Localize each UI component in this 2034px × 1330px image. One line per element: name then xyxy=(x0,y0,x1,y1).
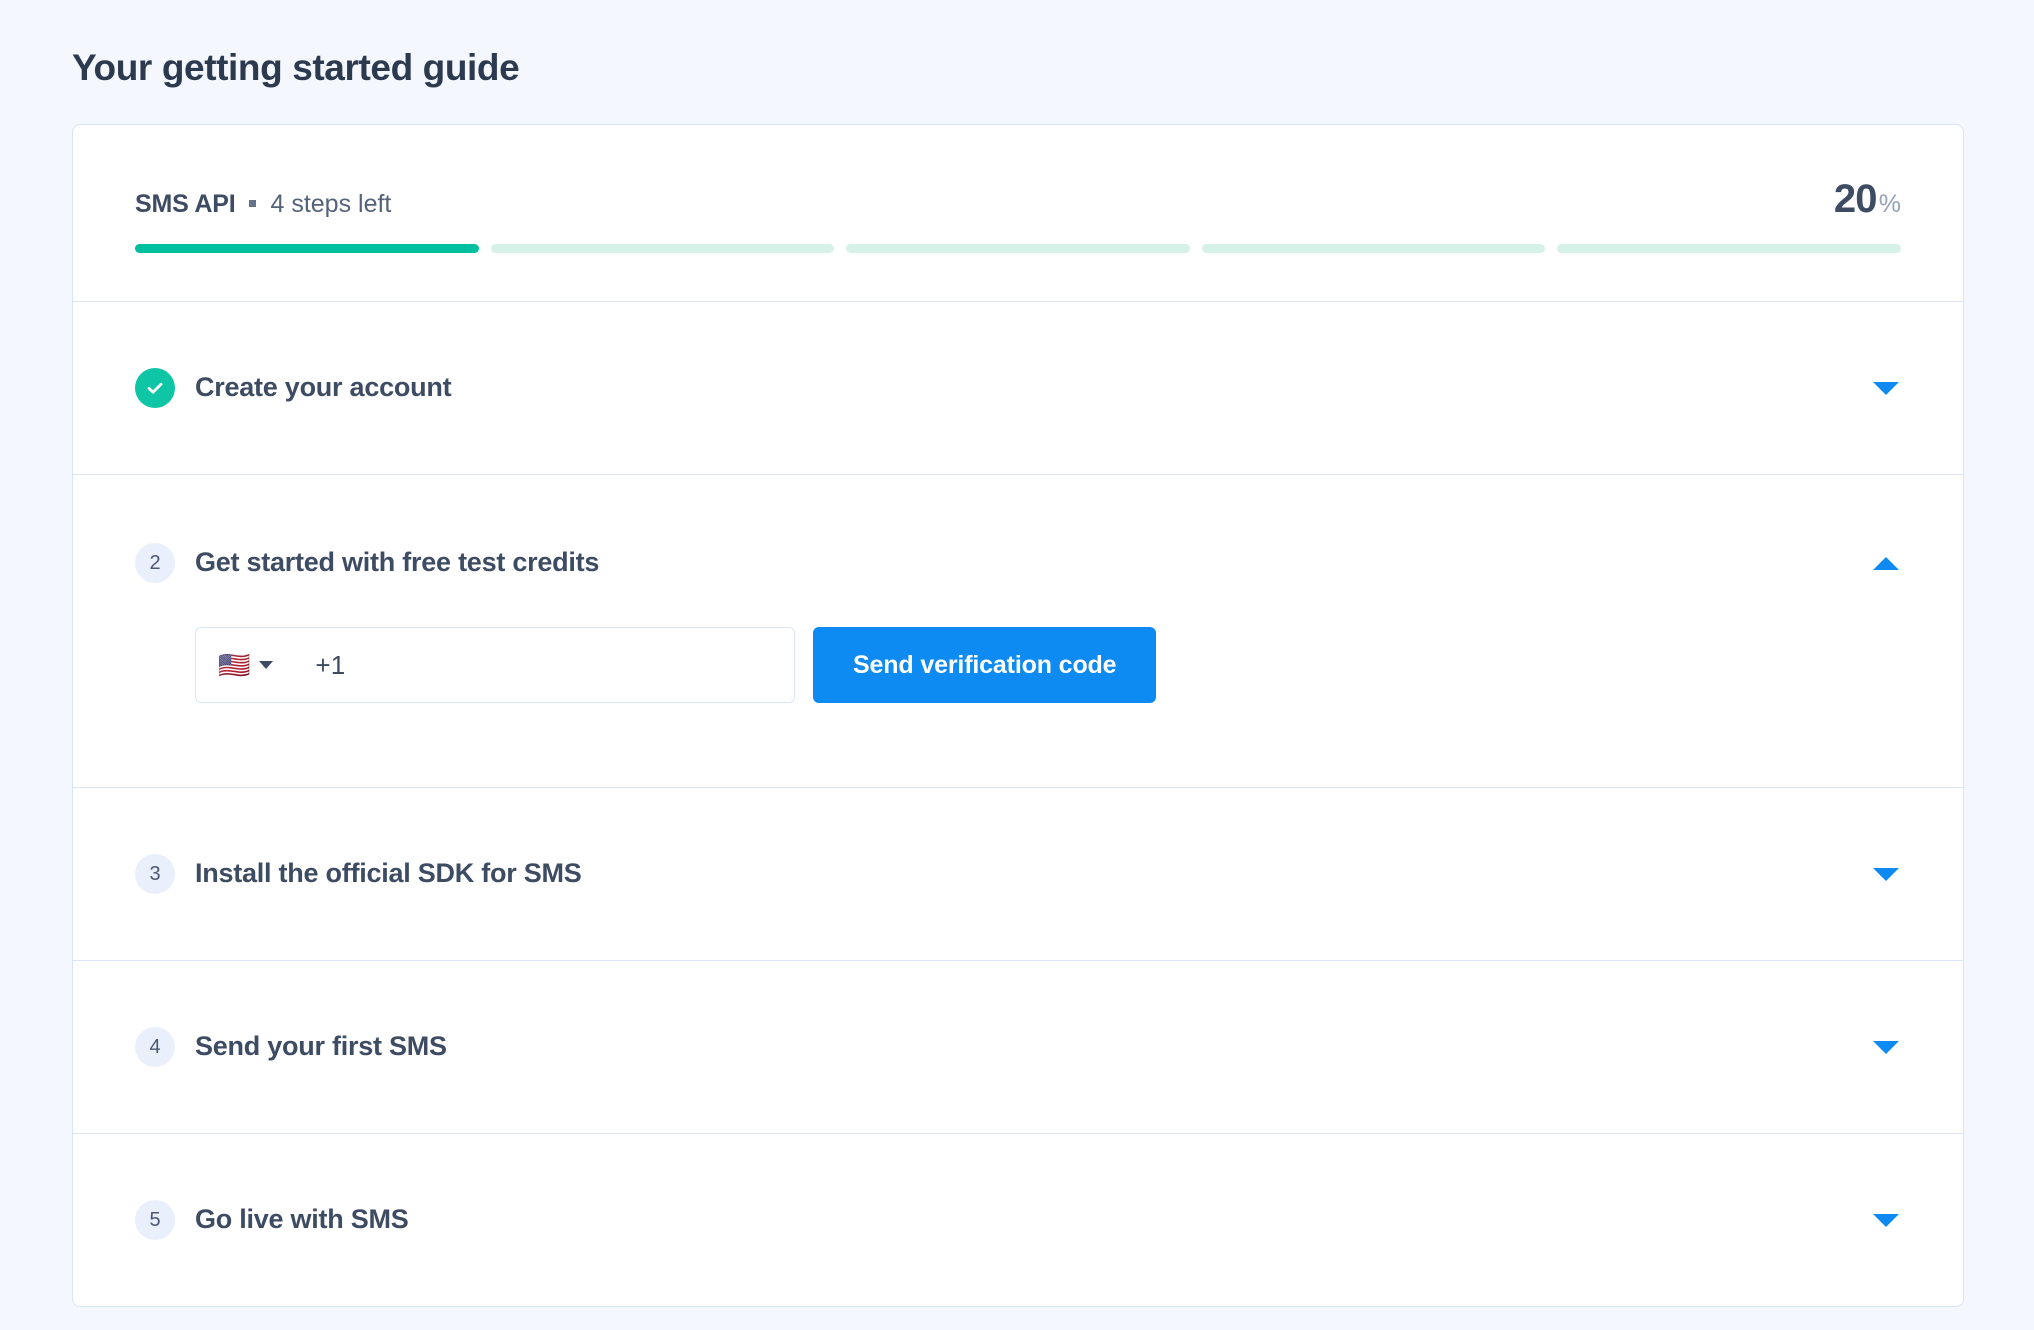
steps-list: Create your account 2 Get started with fre… xyxy=(73,302,1963,1306)
step-header-4[interactable]: 4 Send your first SMS xyxy=(135,961,1901,1133)
progress-percent-sign: % xyxy=(1878,190,1901,218)
getting-started-page: Your getting started guide SMS API 4 ste… xyxy=(0,0,2034,1330)
page-title: Your getting started guide xyxy=(72,47,520,88)
progress-bar xyxy=(135,244,1901,253)
country-code-select[interactable]: 🇺🇸 xyxy=(218,652,279,678)
progress-percent: 20 % xyxy=(1834,177,1901,222)
step-row-5: 5 Go live with SMS xyxy=(73,1134,1963,1306)
us-flag-icon: 🇺🇸 xyxy=(218,650,251,680)
step-row-2: 2 Get started with free test credits 🇺🇸 +1 S… xyxy=(73,475,1963,788)
phone-number-input[interactable]: 🇺🇸 +1 xyxy=(195,627,795,703)
chevron-down-icon[interactable] xyxy=(1871,1205,1901,1235)
step-header-2[interactable]: 2 Get started with free test credits xyxy=(135,475,1901,583)
step-number-badge-3: 3 xyxy=(135,854,175,894)
step-title-4: Send your first SMS xyxy=(195,1031,447,1062)
step-row-1: Create your account xyxy=(73,302,1963,475)
progress-label: SMS API 4 steps left xyxy=(135,189,391,219)
step-title-5: Go live with SMS xyxy=(195,1204,409,1235)
step-number-badge-2: 2 xyxy=(135,543,175,583)
chevron-up-icon[interactable] xyxy=(1871,548,1901,578)
progress-track-name: SMS API xyxy=(135,190,236,218)
step-row-4: 4 Send your first SMS xyxy=(73,961,1963,1134)
step-number-badge-5: 5 xyxy=(135,1200,175,1240)
step-title-3: Install the official SDK for SMS xyxy=(195,858,582,889)
chevron-down-icon xyxy=(259,661,274,669)
step-title-1: Create your account xyxy=(195,372,452,403)
progress-segment-5 xyxy=(1557,244,1901,253)
dial-code-value: +1 xyxy=(315,649,346,680)
progress-segment-3 xyxy=(846,244,1190,253)
separator-dot-icon xyxy=(249,199,257,207)
progress-steps-left: 4 steps left xyxy=(270,190,392,218)
step-title-2: Get started with free test credits xyxy=(195,547,600,578)
progress-percent-value: 20 xyxy=(1833,177,1878,221)
progress-section: SMS API 4 steps left 20 % xyxy=(73,125,1963,302)
step-header-3[interactable]: 3 Install the official SDK for SMS xyxy=(135,788,1901,960)
progress-segment-2 xyxy=(490,244,835,253)
progress-segment-1 xyxy=(135,244,479,253)
step-body-2: 🇺🇸 +1 Send verification code xyxy=(135,583,1901,787)
step-complete-check-icon xyxy=(135,368,175,408)
step-header-1[interactable]: Create your account xyxy=(135,302,1901,474)
chevron-down-icon[interactable] xyxy=(1871,859,1901,889)
step-header-5[interactable]: 5 Go live with SMS xyxy=(135,1134,1901,1306)
getting-started-card: SMS API 4 steps left 20 % Create your ac… xyxy=(72,124,1964,1307)
progress-header: SMS API 4 steps left 20 % xyxy=(135,177,1901,222)
step-row-3: 3 Install the official SDK for SMS xyxy=(73,788,1963,961)
send-verification-code-button[interactable]: Send verification code xyxy=(813,627,1157,703)
step-number-badge-4: 4 xyxy=(135,1027,175,1067)
chevron-down-icon[interactable] xyxy=(1871,373,1901,403)
chevron-down-icon[interactable] xyxy=(1871,1032,1901,1062)
progress-segment-4 xyxy=(1201,244,1546,253)
